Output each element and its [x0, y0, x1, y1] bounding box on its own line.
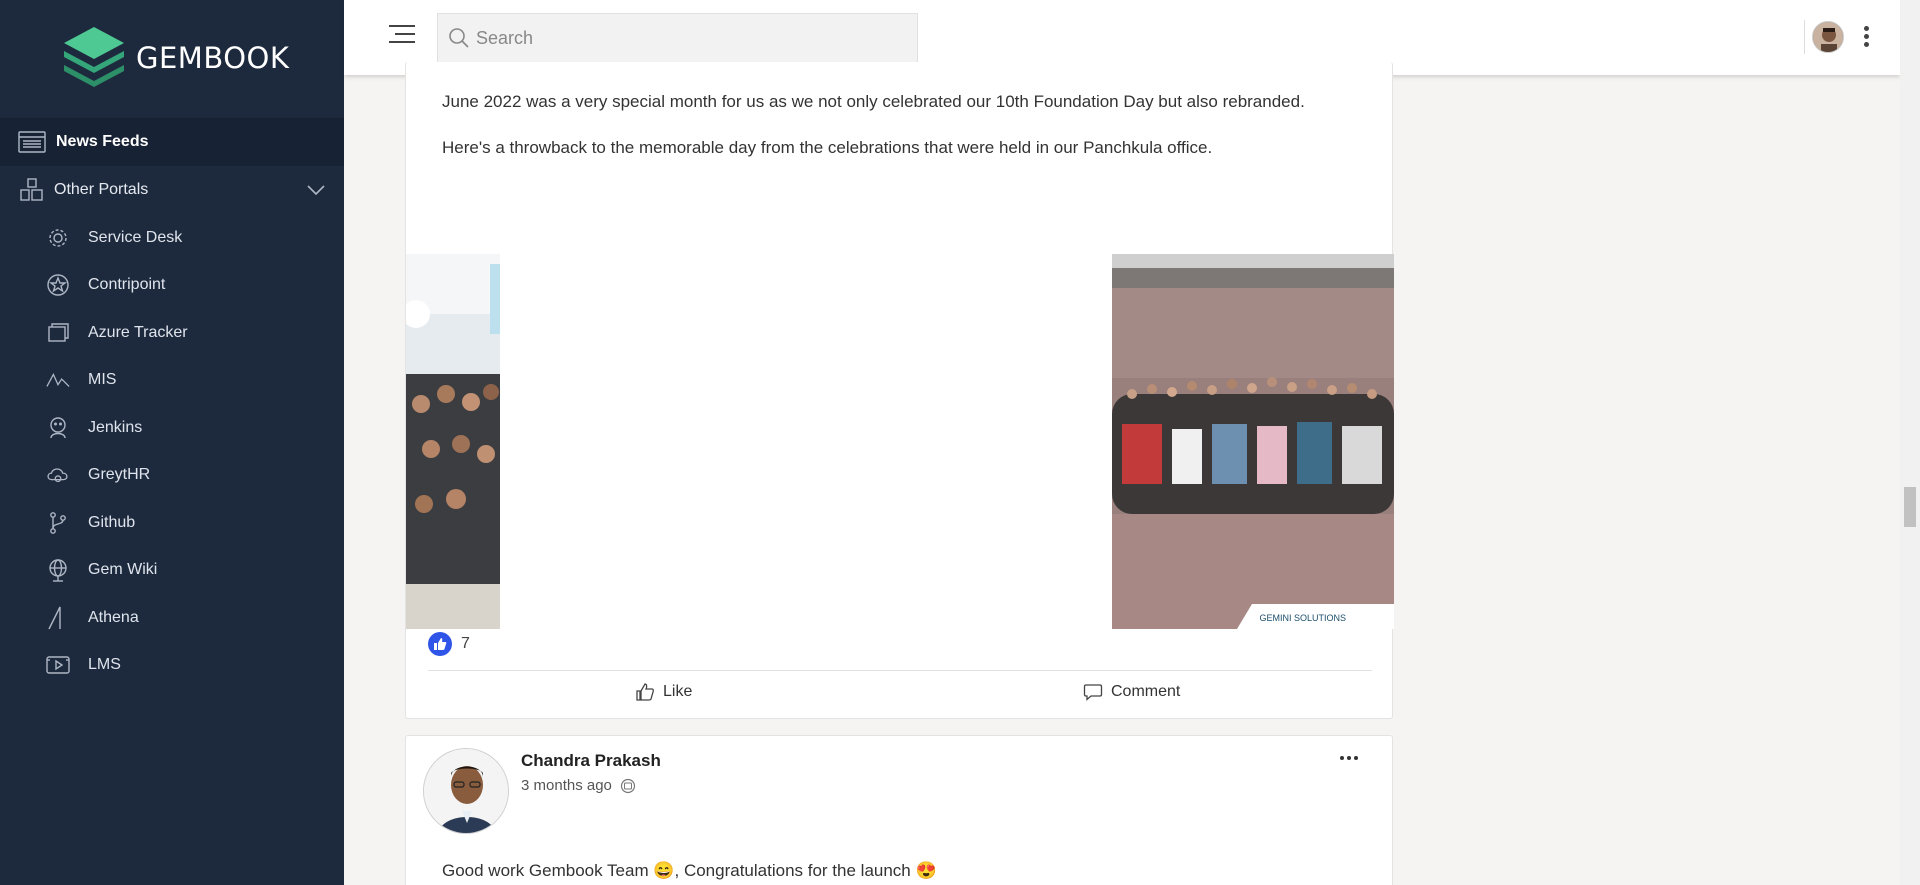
- page-scrollbar[interactable]: [1900, 0, 1920, 885]
- post-paragraph: Here's a throwback to the memorable day …: [442, 138, 1213, 157]
- branch-icon: [50, 511, 66, 534]
- sidebar-item-label: Jenkins: [88, 418, 143, 436]
- sidebar-item-label: Gem Wiki: [88, 561, 158, 579]
- chevron-down-icon[interactable]: [306, 180, 326, 200]
- sidebar: GEMBOOK News Feeds Other Portals Service…: [0, 0, 344, 885]
- like-reaction-icon: [428, 632, 452, 656]
- athena-icon: [48, 606, 61, 630]
- post-paragraph: June 2022 was a very special month for u…: [442, 92, 1305, 111]
- brand[interactable]: GEMBOOK: [0, 0, 344, 116]
- post-card: Chandra Prakash 3 months ago Good work G…: [405, 735, 1393, 885]
- sidebar-item-athena[interactable]: Athena: [0, 594, 344, 642]
- author-name[interactable]: Chandra Prakash: [521, 751, 661, 771]
- nav-other-portals[interactable]: Other Portals: [0, 170, 344, 210]
- sidebar-item-label: Github: [88, 513, 136, 531]
- gemini-watermark: GEMINI SOLUTIONS: [1259, 613, 1346, 623]
- group-photo-image: [406, 254, 500, 629]
- scrollbar-thumb[interactable]: [1904, 487, 1916, 527]
- comment-button-label: Comment: [1111, 683, 1181, 700]
- actions-divider: [428, 670, 1372, 671]
- sidebar-item-contripoint[interactable]: Contripoint: [0, 262, 344, 310]
- nav-news-feeds[interactable]: News Feeds: [0, 118, 344, 166]
- portals-icon: [20, 178, 43, 201]
- gear-icon: [49, 229, 67, 247]
- jenkins-icon: [50, 417, 66, 438]
- post-body: June 2022 was a very special month for u…: [442, 90, 1342, 182]
- sidebar-item-mis[interactable]: MIS: [0, 357, 344, 405]
- post-timestamp: 3 months ago: [521, 777, 636, 794]
- post-card: June 2022 was a very special month for u…: [405, 62, 1394, 719]
- globe-icon: [49, 559, 67, 582]
- menu-toggle-icon[interactable]: [389, 25, 415, 47]
- like-button-label: Like: [663, 683, 693, 700]
- video-icon: [46, 656, 70, 674]
- sidebar-item-label: Contripoint: [88, 276, 166, 294]
- comment-icon: [1083, 684, 1103, 701]
- sidebar-item-service-desk[interactable]: Service Desk: [0, 214, 344, 262]
- search-box[interactable]: [437, 13, 918, 63]
- user-avatar-image: [1813, 22, 1843, 52]
- nav-news-feeds-label: News Feeds: [56, 133, 149, 150]
- wave-icon: [46, 373, 70, 388]
- sidebar-item-greythr[interactable]: GreytHR: [0, 452, 344, 500]
- sidebar-item-label: Athena: [88, 608, 139, 626]
- author-avatar[interactable]: [423, 748, 509, 834]
- brand-name: GEMBOOK: [136, 41, 290, 75]
- thumbs-up-icon: [636, 683, 654, 701]
- sidebar-item-label: MIS: [88, 371, 117, 389]
- more-options-icon[interactable]: [1864, 26, 1870, 48]
- sidebar-item-github[interactable]: Github: [0, 499, 344, 547]
- post-photo[interactable]: GEMINI SOLUTIONS: [1112, 254, 1394, 629]
- like-button[interactable]: Like: [635, 682, 692, 702]
- reaction-summary[interactable]: 7: [428, 632, 470, 656]
- star-badge-icon: [47, 274, 69, 296]
- post-text: Good work Gembook Team 😄, Congratulation…: [442, 861, 937, 880]
- post-time-text: 3 months ago: [521, 777, 612, 794]
- search-icon: [449, 28, 469, 48]
- cloud-icon: [47, 468, 68, 483]
- sidebar-item-label: Azure Tracker: [88, 323, 188, 341]
- gembook-logo-icon: [64, 27, 124, 87]
- sidebar-item-lms[interactable]: LMS: [0, 642, 344, 690]
- group-photo-image: [1112, 254, 1394, 629]
- tracker-icon: [48, 323, 69, 342]
- like-count: 7: [461, 635, 470, 652]
- sidebar-item-jenkins[interactable]: Jenkins: [0, 404, 344, 452]
- news-feed-icon: [18, 131, 46, 153]
- sidebar-item-label: GreytHR: [88, 466, 151, 484]
- author-avatar-image: [424, 749, 508, 833]
- post-photo[interactable]: [406, 254, 500, 629]
- search-input[interactable]: [476, 27, 876, 49]
- portal-list: Service Desk Contripoint Azure Tracker M…: [0, 214, 344, 689]
- sidebar-item-label: LMS: [88, 656, 121, 674]
- user-avatar[interactable]: [1812, 21, 1844, 53]
- sidebar-item-label: Service Desk: [88, 228, 183, 246]
- topbar-divider: [1804, 20, 1805, 54]
- sidebar-item-azure-tracker[interactable]: Azure Tracker: [0, 309, 344, 357]
- visibility-icon: [620, 778, 636, 793]
- post-options-icon[interactable]: [1340, 756, 1358, 760]
- comment-button[interactable]: Comment: [1083, 682, 1180, 702]
- nav-other-portals-label: Other Portals: [54, 181, 149, 198]
- sidebar-item-gem-wiki[interactable]: Gem Wiki: [0, 547, 344, 595]
